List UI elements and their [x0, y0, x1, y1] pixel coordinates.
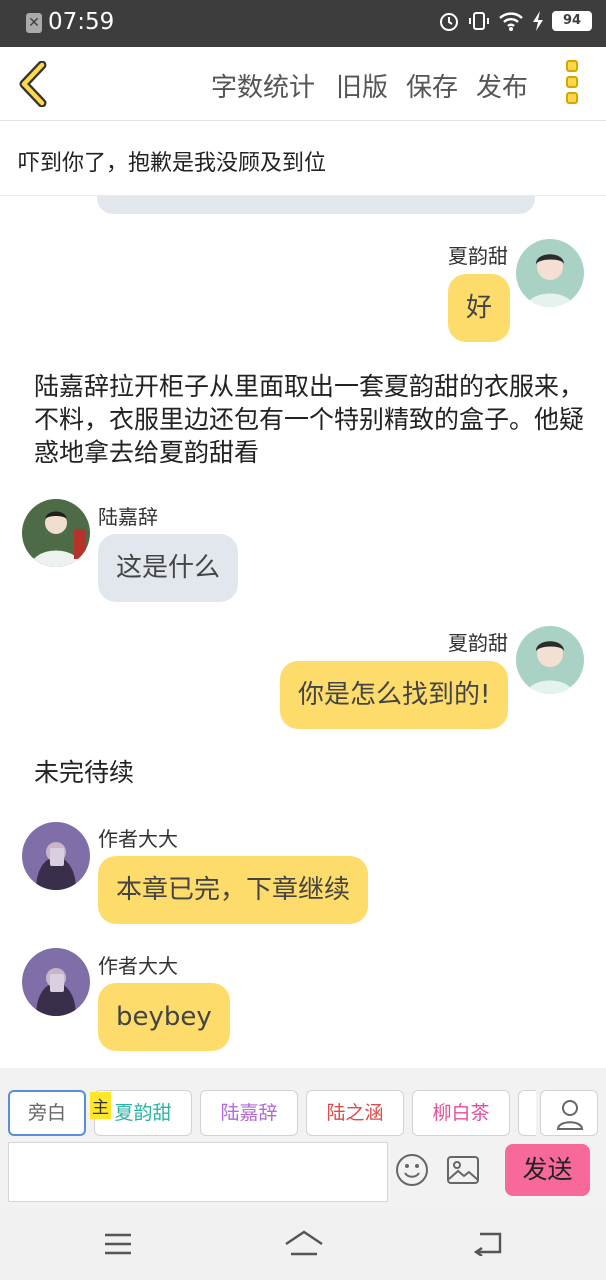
role-label: 夏韵甜	[114, 1102, 172, 1124]
alarm-icon	[440, 13, 458, 31]
avatar[interactable]	[516, 626, 584, 694]
vibrate-icon	[469, 12, 489, 30]
battery-level: 94	[552, 11, 592, 31]
home-icon[interactable]	[283, 1228, 325, 1260]
avatar[interactable]	[22, 822, 90, 890]
message-bubble[interactable]: beybey	[98, 983, 230, 1051]
word-count-button[interactable]: 字数统计	[211, 67, 315, 104]
speaker-name: 夏韵甜	[448, 631, 508, 655]
speaker-name: 作者大大	[98, 827, 178, 851]
avatar[interactable]	[22, 499, 90, 567]
wifi-icon	[499, 12, 523, 31]
speaker-name: 夏韵甜	[448, 244, 508, 268]
narration-text[interactable]: 陆嘉辞拉开柜子从里面取出一套夏韵甜的衣服来，不料，衣服里边还包有一个特别精致的盒…	[34, 370, 586, 469]
chat-area[interactable]: 夏韵甜 好 陆嘉辞拉开柜子从里面取出一套夏韵甜的衣服来，不料，衣服里边还包有一个…	[0, 196, 606, 1068]
chapter-title: 吓到你了，抱歉是我没顾及到位	[18, 151, 327, 176]
role-manager-button[interactable]	[540, 1090, 598, 1136]
status-bar: ✕ 07:59 94	[0, 0, 606, 47]
message-bubble[interactable]: 你是怎么找到的!	[280, 661, 509, 729]
system-navigation-bar	[0, 1208, 606, 1280]
image-icon[interactable]	[446, 1155, 480, 1185]
person-icon	[556, 1100, 584, 1130]
charging-icon	[533, 11, 543, 31]
back-icon[interactable]	[472, 1230, 504, 1256]
save-button[interactable]: 保存	[406, 67, 458, 104]
sim-off-icon: ✕	[26, 13, 42, 33]
message-input[interactable]	[8, 1142, 388, 1202]
role-label: 旁白	[27, 1102, 66, 1124]
role-label: 柳白茶	[432, 1102, 490, 1124]
chapter-title-bar[interactable]: 吓到你了，抱歉是我没顾及到位	[0, 122, 606, 196]
narration-text[interactable]: 未完待续	[34, 756, 586, 789]
avatar[interactable]	[22, 948, 90, 1016]
message-bubble[interactable]: 本章已完，下章继续	[98, 856, 369, 924]
speaker-name: 作者大大	[98, 954, 178, 978]
main-role-badge: 主	[90, 1092, 111, 1119]
role-chip-lujiaci[interactable]: 陆嘉辞	[200, 1090, 298, 1136]
status-time: 07:59	[48, 9, 115, 35]
message-bubble[interactable]: 好	[448, 274, 511, 342]
compose-panel: 旁白 夏韵甜 主 陆嘉辞 陆之涵 柳白茶 发送	[0, 1068, 606, 1208]
role-label: 陆嘉辞	[220, 1102, 278, 1124]
back-arrow-icon[interactable]	[14, 61, 54, 107]
publish-button[interactable]: 发布	[476, 67, 528, 104]
role-label: 陆之涵	[326, 1102, 384, 1124]
message-bubble[interactable]: 这是什么	[98, 534, 239, 602]
more-menu-icon[interactable]	[566, 60, 580, 108]
role-chip-overflow[interactable]	[518, 1090, 536, 1136]
previous-message-bubble	[97, 196, 535, 214]
editor-toolbar: 字数统计 旧版 保存 发布	[0, 47, 606, 121]
send-button[interactable]: 发送	[505, 1144, 590, 1196]
speaker-name: 陆嘉辞	[98, 505, 158, 529]
menu-icon[interactable]	[103, 1232, 133, 1256]
avatar[interactable]	[516, 239, 584, 307]
emoji-icon[interactable]	[395, 1153, 429, 1187]
role-chip-liubaicha[interactable]: 柳白茶	[412, 1090, 510, 1136]
role-chip-narrator[interactable]: 旁白	[8, 1090, 86, 1136]
role-chip-luzhihan[interactable]: 陆之涵	[306, 1090, 404, 1136]
old-version-button[interactable]: 旧版	[336, 67, 388, 104]
